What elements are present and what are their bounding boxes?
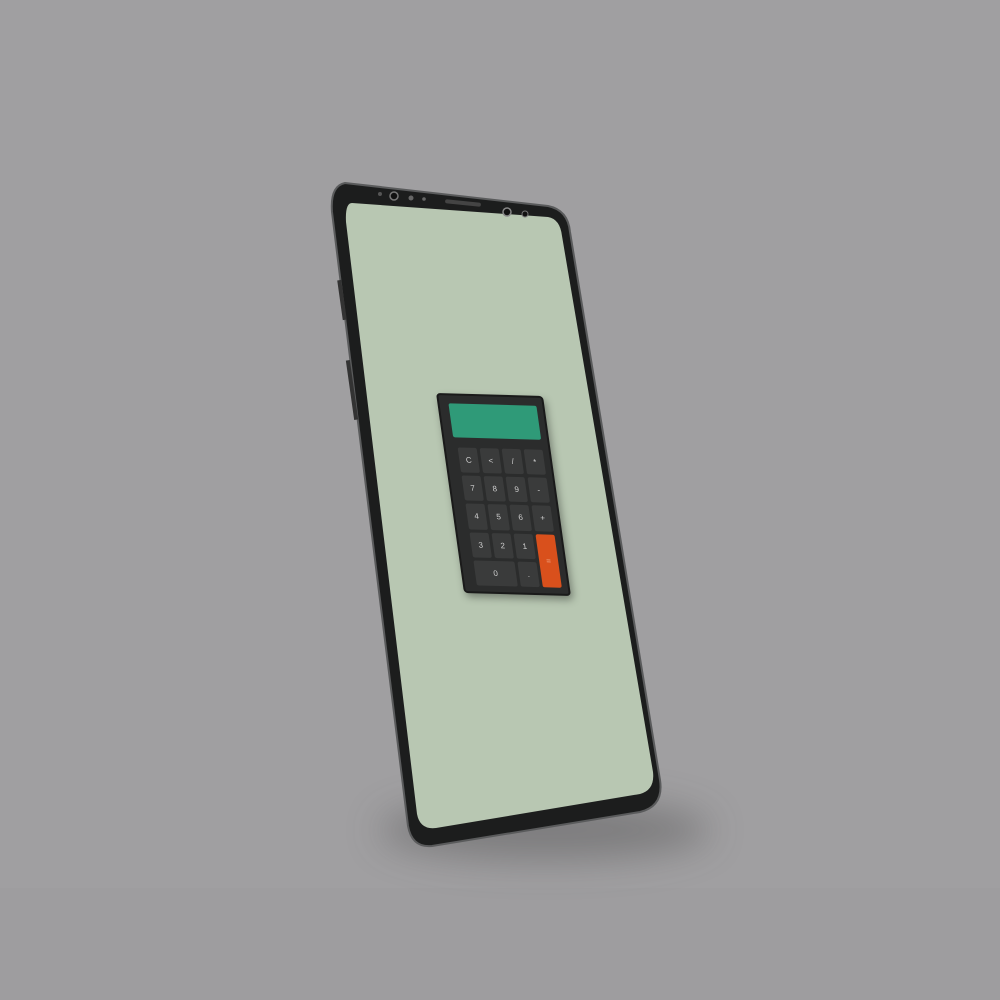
key-divide[interactable]: / xyxy=(501,448,525,475)
key-4[interactable]: 4 xyxy=(465,503,488,530)
sensor-icon xyxy=(521,210,529,218)
key-2[interactable]: 2 xyxy=(491,532,514,559)
key-minus[interactable]: - xyxy=(527,477,551,504)
key-clear[interactable]: C xyxy=(457,447,481,474)
key-plus[interactable]: + xyxy=(531,505,554,532)
key-6[interactable]: 6 xyxy=(509,505,532,531)
key-backspace[interactable]: < xyxy=(479,448,503,474)
key-equals[interactable]: = xyxy=(535,533,562,588)
key-8[interactable]: 8 xyxy=(483,476,507,502)
front-camera-icon xyxy=(502,207,512,217)
key-decimal[interactable]: . xyxy=(517,561,540,588)
key-9[interactable]: 9 xyxy=(505,476,529,503)
sensor-icon xyxy=(408,195,414,201)
key-3[interactable]: 3 xyxy=(469,531,492,558)
key-5[interactable]: 5 xyxy=(487,504,510,531)
calculator-display xyxy=(448,403,542,440)
camera-icon xyxy=(389,191,399,201)
sensor-icon xyxy=(422,197,426,201)
calculator-keypad: C < / * 7 8 9 - 4 5 6 + 3 2 1 = 0 . xyxy=(457,447,562,588)
key-multiply[interactable]: * xyxy=(523,449,547,475)
key-1[interactable]: 1 xyxy=(513,533,536,559)
sensor-icon xyxy=(378,192,382,196)
key-0[interactable]: 0 xyxy=(473,560,518,587)
key-7[interactable]: 7 xyxy=(461,475,485,502)
